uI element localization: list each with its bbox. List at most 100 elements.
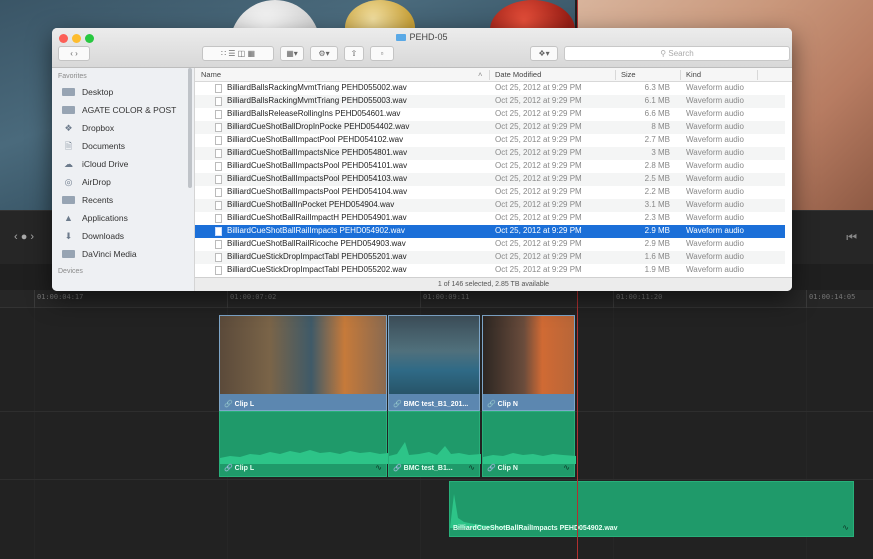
volume-curve-icon[interactable]: ∿ [375, 463, 382, 472]
file-size: 2.5 MB [644, 174, 670, 183]
dropbox-toolbar-icon[interactable]: ❖▾ [530, 46, 558, 61]
video-clip-bmc[interactable]: 🔗 BMC test_B1_201... [388, 315, 480, 411]
sidebar-item-recents[interactable]: Recents [62, 192, 113, 208]
file-kind: Waveform audio [686, 161, 744, 170]
file-row[interactable]: BilliardCueShotBallImpactsPool PEHD05410… [195, 186, 785, 199]
sidebar-item-agate[interactable]: AGATE COLOR & POST [62, 102, 176, 118]
clip-label: BilliardCueShotBallRailImpacts PEHD05490… [453, 525, 618, 532]
file-row[interactable]: BilliardCueShotBallDropInPocke PEHD05440… [195, 121, 785, 134]
file-kind: Waveform audio [686, 174, 744, 183]
file-kind: Waveform audio [686, 135, 744, 144]
column-kind[interactable]: Kind [686, 70, 701, 79]
file-kind: Waveform audio [686, 265, 744, 274]
file-size: 3.1 MB [644, 200, 670, 209]
column-date-modified[interactable]: Date Modified [495, 70, 541, 79]
file-row[interactable]: BilliardCueShotBallRailImpactH PEHD05490… [195, 212, 785, 225]
file-row[interactable]: BilliardBallsRackingMvmtTriang PEHD05500… [195, 82, 785, 95]
cloud-icon: ☁ [64, 159, 73, 169]
jump-to-start-icon[interactable]: ⏮ [846, 230, 857, 245]
timeline-ruler[interactable]: 01:00:04:17 01:00:07:02 01:00:09:11 01:0… [0, 290, 873, 308]
file-row[interactable]: BilliardCueStickDropImpactTabl PEHD05520… [195, 251, 785, 264]
sidebar-item-documents[interactable]: 🗎 Documents [62, 138, 125, 154]
sidebar-item-davinci[interactable]: DaVinci Media [62, 246, 137, 262]
sidebar-item-airdrop[interactable]: ◎ AirDrop [62, 174, 111, 190]
video-clip-n[interactable]: 🔗 Clip N [482, 315, 575, 411]
volume-curve-icon[interactable]: ∿ [842, 523, 849, 532]
view-mode-buttons[interactable]: ∷ ☰ ◫ ▦ [202, 46, 274, 61]
file-row[interactable]: BilliardCueShotBallInPocket PEHD054904.w… [195, 199, 785, 212]
timecode-label: 01:00:11:20 [616, 293, 663, 301]
volume-curve-icon[interactable]: ∿ [563, 463, 570, 472]
audio-file-icon [215, 123, 222, 132]
video-clip-l[interactable]: 🔗 Clip L [219, 315, 387, 411]
audio-clip-bmc[interactable]: 🔗 BMC test_B1... ∿ [388, 411, 481, 477]
audio-clip-l[interactable]: 🔗 Clip L ∿ [219, 411, 388, 477]
sidebar-item-downloads[interactable]: ⬇ Downloads [62, 228, 124, 244]
finder-sidebar: Favorites Desktop AGATE COLOR & POST ❖ Dr… [52, 68, 195, 291]
waveform [389, 442, 481, 464]
sort-chevron-icon[interactable]: ˄ [478, 70, 482, 79]
file-row[interactable]: BilliardBallsRackingMvmtTriang PEHD05500… [195, 95, 785, 108]
audio-clip-sfx[interactable]: BilliardCueShotBallRailImpacts PEHD05490… [449, 481, 854, 537]
airdrop-icon: ◎ [64, 177, 73, 187]
sidebar-item-applications[interactable]: ▲ Applications [62, 210, 128, 226]
arrange-button[interactable]: ▦▾ [280, 46, 304, 61]
file-row[interactable]: BilliardCueShotBallImpactsPool PEHD05410… [195, 173, 785, 186]
downloads-icon: ⬇ [64, 231, 73, 241]
file-date: Oct 25, 2012 at 9:29 PM [495, 265, 582, 274]
file-size: 2.7 MB [644, 135, 670, 144]
file-kind: Waveform audio [686, 122, 744, 131]
audio-file-icon [215, 188, 222, 197]
audio-file-icon [215, 110, 222, 119]
timecode-label: 01:00:07:02 [230, 293, 277, 301]
action-gear-icon[interactable]: ⚙▾ [310, 46, 338, 61]
documents-icon: 🗎 [64, 141, 73, 151]
desktop-icon [62, 88, 75, 96]
file-list-header: Name ˄ Date Modified Size Kind [195, 68, 792, 82]
column-size[interactable]: Size [621, 70, 636, 79]
file-date: Oct 25, 2012 at 9:29 PM [495, 148, 582, 157]
file-row[interactable]: BilliardCueShotBallRailRicoche PEHD05490… [195, 238, 785, 251]
file-row[interactable]: BilliardCueShotBallImpactsNice PEHD05480… [195, 147, 785, 160]
file-row[interactable]: BilliardCueShotBallImpactPool PEHD054102… [195, 134, 785, 147]
audio-file-icon [215, 84, 222, 93]
sidebar-item-dropbox[interactable]: ❖ Dropbox [62, 120, 114, 136]
devices-heading: Devices [58, 268, 83, 275]
file-size: 8 MB [651, 122, 670, 131]
clip-label: 🔗 Clip L [224, 465, 255, 472]
file-date: Oct 25, 2012 at 9:29 PM [495, 252, 582, 261]
viewer-nav-arrows[interactable]: ‹ ● › [14, 231, 34, 243]
file-row[interactable]: BilliardCueShotBallRailImpacts PEHD05490… [195, 225, 785, 238]
clip-label: 🔗 BMC test_B1_201... [393, 401, 469, 408]
file-size: 6.6 MB [644, 109, 670, 118]
file-row[interactable]: BilliardCueStickDropImpactTabl PEHD05520… [195, 264, 785, 277]
share-icon[interactable]: ⇧ [344, 46, 364, 61]
search-input[interactable]: ⚲ Search [564, 46, 790, 61]
file-name: BilliardCueShotBallImpactsPool PEHD05410… [227, 187, 408, 196]
file-kind: Waveform audio [686, 83, 744, 92]
sidebar-item-desktop[interactable]: Desktop [62, 84, 113, 100]
back-forward-buttons[interactable]: ‹ › [58, 46, 90, 61]
volume-curve-icon[interactable]: ∿ [468, 463, 475, 472]
audio-clip-n[interactable]: 🔗 Clip N ∿ [482, 411, 576, 477]
tags-button[interactable]: ▫ [370, 46, 394, 61]
file-name: BilliardCueShotBallImpactsPool PEHD05410… [227, 174, 408, 183]
file-kind: Waveform audio [686, 109, 744, 118]
clip-label: 🔗 Clip N [487, 401, 518, 408]
file-row[interactable]: BilliardBallsReleaseRollingIns PEHD05460… [195, 108, 785, 121]
file-kind: Waveform audio [686, 213, 744, 222]
file-date: Oct 25, 2012 at 9:29 PM [495, 161, 582, 170]
file-kind: Waveform audio [686, 226, 744, 235]
column-name[interactable]: Name [201, 70, 221, 79]
audio-file-icon [215, 214, 222, 223]
file-date: Oct 25, 2012 at 9:29 PM [495, 83, 582, 92]
sidebar-item-icloud[interactable]: ☁ iCloud Drive [62, 156, 128, 172]
sidebar-scrollbar[interactable] [188, 68, 192, 188]
file-date: Oct 25, 2012 at 9:29 PM [495, 187, 582, 196]
file-row[interactable]: BilliardCueShotBallImpactsPool PEHD05410… [195, 160, 785, 173]
audio-file-icon [215, 175, 222, 184]
file-name: BilliardCueShotBallRailImpacts PEHD05490… [227, 226, 405, 235]
audio-file-icon [215, 266, 222, 275]
finder-titlebar: PEHD-05 ‹ › ∷ ☰ ◫ ▦ ▦▾ ⚙▾ ⇧ ▫ ❖▾ ⚲ Searc… [52, 28, 792, 68]
file-name: BilliardCueShotBallImpactPool PEHD054102… [227, 135, 404, 144]
